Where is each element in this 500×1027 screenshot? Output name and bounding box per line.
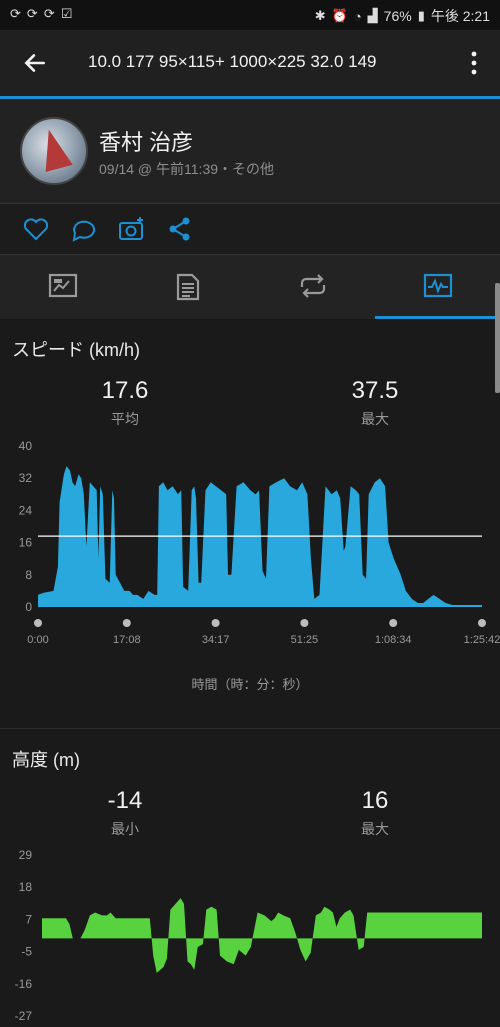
add-photo-icon[interactable] [118,216,146,242]
speed-section-title: スピード (km/h) [12,340,140,360]
speed-average-value: 17.6 [101,377,149,404]
activity-header: 香村 治彦 09/14 @ 午前11:39・その他 [0,99,500,204]
bluetooth-icon: ✱ [314,8,326,23]
loop-icon [300,274,326,298]
speed-average-label: 平均 [111,411,139,427]
app-bar: 10.0 177 95×115+ 1000×225 32.0 149 [0,30,500,99]
x-tick-marker [300,619,309,627]
avatar[interactable] [20,117,88,185]
status-time: 午後 2:21 [430,8,490,24]
y-tick-label: 32 [19,471,33,485]
y-tick-label: 8 [25,568,32,582]
y-tick-label: 24 [19,503,33,517]
y-tick-label: -5 [21,945,32,959]
y-tick-label: -27 [15,1009,33,1023]
speed-x-axis-title: 時間（時：分：秒） [191,677,309,692]
elevation-max-value: 16 [361,787,389,814]
tab-details[interactable] [125,255,250,319]
x-tick-marker [211,619,220,627]
status-left-icons: ⟳ ⟳ ⟳ ☑ [10,6,72,22]
battery-icon: ▮ [417,8,425,23]
elevation-min-value: -14 [107,787,143,814]
sync-icon: ⟳ [26,6,38,21]
document-icon [176,273,200,301]
more-options-icon[interactable] [470,50,478,76]
x-tick-marker [389,619,398,627]
elevation-chart[interactable]: 29 18 7 -5 -16 -27 [0,844,500,1027]
tab-charts[interactable] [375,255,500,319]
elevation-section-title: 高度 (m) [12,750,80,770]
x-tick-label: 17:08 [113,634,141,646]
share-icon[interactable] [166,216,194,242]
x-tick-label: 1:25:42 [464,634,500,646]
back-arrow-icon[interactable] [22,50,48,76]
x-tick-label: 1:08:34 [375,634,412,646]
y-tick-label: -16 [15,977,33,991]
status-bar: ⟳ ⟳ ⟳ ☑ ✱ ⏰ ◔ ▟ 76% ▮ 午後 2:21 [0,0,500,30]
y-tick-label: 29 [19,848,33,862]
sync-icon: ⟳ [10,6,21,21]
sync-icon: ⟳ [43,6,55,21]
tab-laps[interactable] [250,255,375,319]
checkbox-icon: ☑ [60,6,73,21]
wifi-icon: ◔ [353,8,362,24]
series-area [42,898,482,973]
comment-icon[interactable] [70,216,98,242]
like-icon[interactable] [22,216,50,242]
chart-icon [423,273,453,298]
y-tick-label: 18 [19,880,33,894]
x-tick-marker [34,619,42,627]
status-right: ✱ ⏰ ◔ ▟ 76% ▮ 午後 2:21 [315,6,490,26]
speed-chart[interactable]: 40 32 24 16 8 0 0:00 17:08 34:17 51:25 1:08:34 1:25… [0,436,500,696]
alarm-icon: ⏰ [331,8,348,23]
tab-bar [0,255,500,319]
section-divider [0,728,500,729]
x-tick-label: 34:17 [202,634,230,646]
map-icon [48,273,78,298]
action-row [0,204,500,255]
elevation-min-label: 最小 [111,821,139,837]
active-tab-indicator [375,316,500,319]
speed-max-label: 最大 [361,411,389,427]
y-tick-label: 40 [19,439,33,453]
y-tick-label: 0 [25,600,32,614]
x-tick-label: 51:25 [291,634,319,646]
elevation-max-label: 最大 [361,821,389,837]
speed-max-value: 37.5 [351,377,399,404]
scrollbar[interactable] [495,283,500,393]
y-tick-label: 16 [19,536,33,550]
activity-meta: 09/14 @ 午前11:39・その他 [99,161,275,177]
x-tick-label: 0:00 [27,634,48,646]
tab-overview[interactable] [0,255,125,319]
x-tick-marker [478,619,486,627]
user-name: 香村 治彦 [99,130,194,155]
y-tick-label: 7 [25,912,32,926]
x-tick-marker [122,619,131,627]
battery-percent: 76% [383,8,412,24]
signal-icon: ▟ [367,8,378,23]
app-bar-title: 10.0 177 95×115+ 1000×225 32.0 149 [88,52,377,71]
